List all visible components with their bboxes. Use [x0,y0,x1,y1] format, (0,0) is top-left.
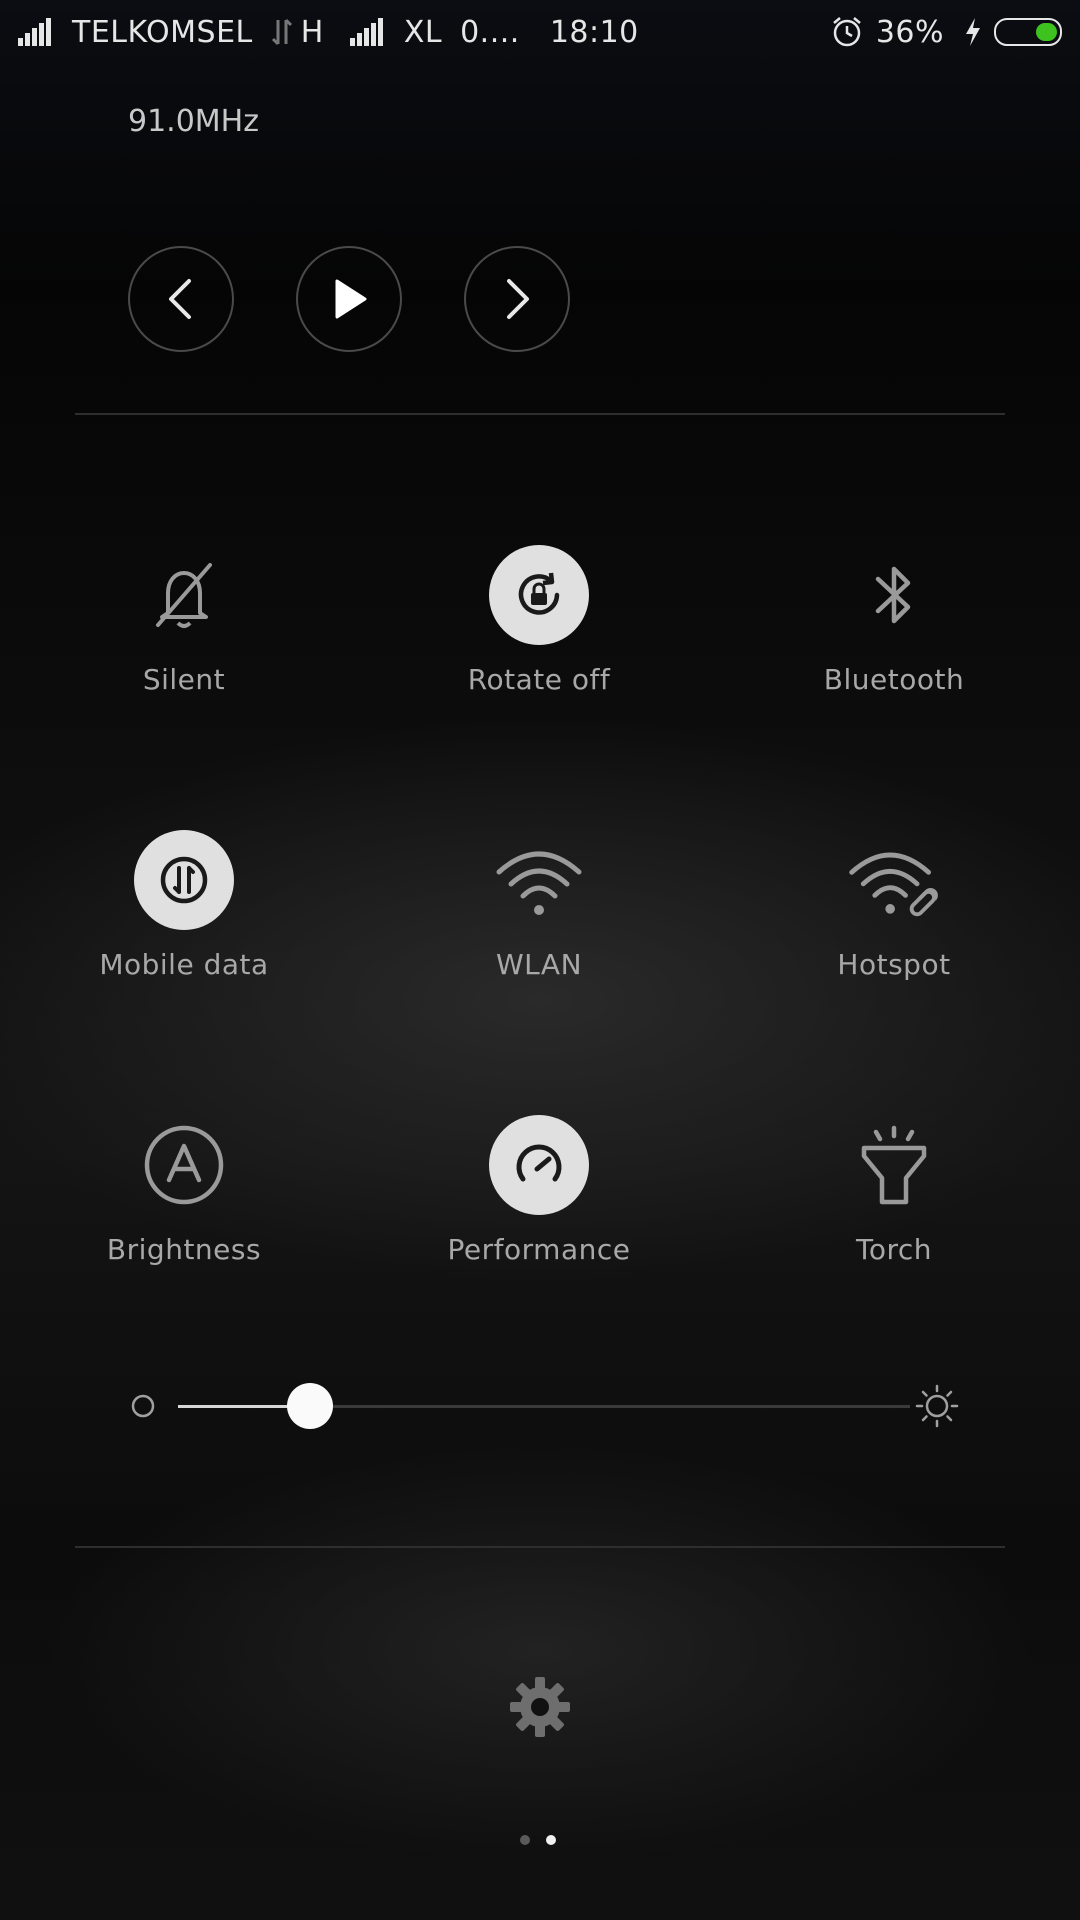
clock: 18:10 [549,14,639,50]
play-icon [335,279,367,319]
slider-thumb[interactable] [286,1383,333,1429]
network-speed: 0.... [460,14,520,50]
page-dot-2[interactable] [546,1835,556,1845]
toggle-label: Hotspot [837,948,951,981]
media-title: 91.0MHz [128,104,259,139]
signal-icon-2 [349,18,386,46]
toggle-icon-wrap [844,1115,944,1215]
toggle-label: Brightness [106,1233,262,1266]
toggle-performance[interactable]: Performance [389,1115,689,1315]
toggle-icon-wrap [134,830,234,930]
brightness-low-icon [131,1394,155,1418]
toggle-wlan[interactable]: WLAN [389,830,689,1030]
toggle-torch[interactable]: Torch [744,1115,1044,1315]
chevron-right-icon [507,279,529,319]
toggle-label: WLAN [495,948,583,981]
chevron-left-icon [169,279,191,319]
bell-off-icon [156,563,212,628]
toggle-hotspot[interactable]: Hotspot [744,830,1044,1030]
wifi-icon [496,851,582,915]
charging-icon [966,18,980,46]
status-bar-right: 36% [830,12,1062,52]
auto-brightness-icon [144,1125,224,1205]
toggle-icon-wrap [489,830,589,930]
toggle-label: Performance [447,1233,631,1266]
toggle-rotate[interactable]: Rotate off [389,545,689,745]
toggle-label: Mobile data [99,948,269,981]
toggle-label: Rotate off [467,663,611,696]
page-indicator [520,1830,572,1849]
divider-bottom [75,1546,1005,1548]
signal-icon [18,18,54,46]
toggle-label: Silent [142,663,226,696]
brightness-high-icon [915,1384,959,1428]
toggle-bluetooth[interactable]: Bluetooth [744,545,1044,745]
gear-icon [510,1677,570,1737]
alarm-icon [833,17,861,47]
torch-icon [861,1125,927,1205]
toggle-label: Torch [855,1233,932,1266]
toggle-label: Bluetooth [823,663,965,696]
toggle-icon-wrap [134,1115,234,1215]
brightness-slider[interactable] [120,1380,960,1432]
divider-top [75,413,1005,415]
toggle-icon-wrap [844,545,944,645]
speedometer-icon [516,1144,562,1182]
toggle-silent[interactable]: Silent [34,545,334,745]
battery-icon [994,18,1062,46]
battery-level-fill [1036,23,1057,41]
toggle-mobile-data[interactable]: Mobile data [34,830,334,1030]
carrier-name-1: TELKOMSEL [72,14,253,50]
status-bar-left: TELKOMSEL H XL 0.... 18:10 [18,12,639,52]
data-transfer-icon [271,18,292,46]
toggle-icon-wrap [489,545,589,645]
toggle-icon-wrap [489,1115,589,1215]
toggle-icon-wrap [134,545,234,645]
hotspot-icon [849,852,938,917]
play-button[interactable] [296,246,402,352]
toggle-icon-wrap [844,830,944,930]
network-type: H [300,14,324,50]
page-dot-1[interactable] [520,1835,530,1845]
rotate-lock-icon [518,572,560,615]
battery-percent: 36% [875,14,944,50]
mobile-data-icon [160,856,208,904]
toggle-brightness[interactable]: Brightness [34,1115,334,1315]
next-button[interactable] [464,246,570,352]
previous-button[interactable] [128,246,234,352]
bluetooth-icon [875,566,911,624]
status-bar: TELKOMSEL H XL 0.... 18:10 36% [0,0,1080,64]
carrier-name-2: XL [403,14,443,50]
settings-button[interactable] [505,1672,575,1742]
